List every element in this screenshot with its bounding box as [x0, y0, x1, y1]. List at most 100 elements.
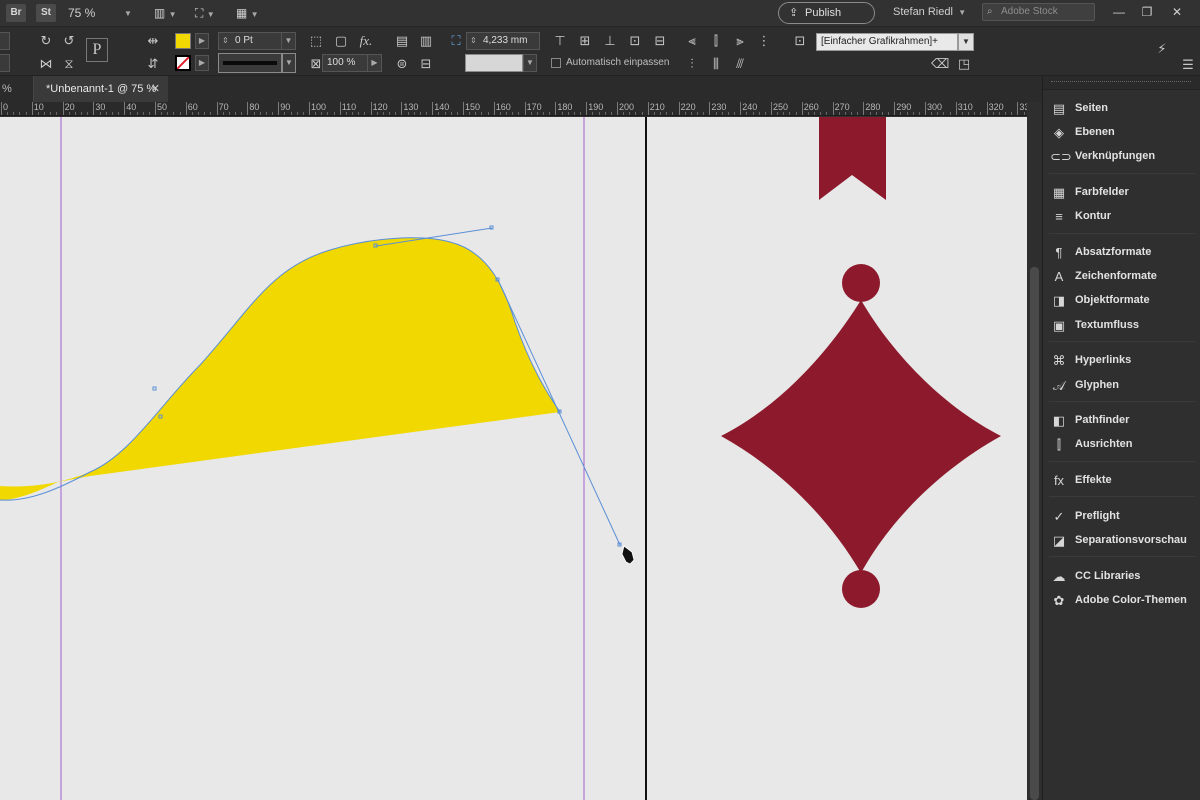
arrange-documents-icon[interactable]: ▦ ▼ — [236, 5, 259, 21]
align-center-icon[interactable]: ⫿ — [708, 33, 724, 49]
gap-icon[interactable]: ⊜ — [394, 56, 410, 72]
panel-layers[interactable]: ◈ Ebenen — [1043, 122, 1200, 144]
control-panel: ↻ ↺ P ⇹ ⋈ ⧖ ⇵ ▶ ▶ ⇕ 0 Pt ▼ ▼ ⬚ ▢ fx. ⊠ 1… — [0, 26, 1200, 76]
panel-links[interactable]: ⊂⊃ Verknüpfungen — [1043, 146, 1200, 168]
horizontal-ruler[interactable]: 0 10 20 30 40 50 60 70 80 90 100 110 120 130 140 150 160… — [0, 102, 1027, 116]
panel-object-styles[interactable]: ◨ Objektformate — [1043, 290, 1200, 312]
object-style-select[interactable]: [Einfacher Grafikrahmen]+ — [816, 33, 958, 51]
panel-pages[interactable]: ▤ Seiten — [1043, 98, 1200, 120]
align-frame-icon[interactable]: ▤ — [394, 33, 410, 49]
stock-app-button[interactable]: St — [36, 4, 56, 22]
distribute-left-icon[interactable]: ⫶ — [684, 56, 700, 72]
effects-icon[interactable]: fx. — [357, 33, 375, 49]
align-top-icon[interactable]: ⊤ — [552, 33, 568, 49]
flip-vertical-icon[interactable]: ⧖ — [61, 56, 77, 72]
close-window-button[interactable]: ✕ — [1166, 3, 1188, 21]
distribute-hcenter-icon[interactable]: ⫼ — [708, 56, 724, 72]
fit-content-icon[interactable]: ▢ — [333, 33, 349, 49]
select-content-icon[interactable]: P — [86, 38, 108, 62]
bottom-circle-shape[interactable] — [842, 570, 880, 608]
document-canvas[interactable] — [0, 117, 1027, 800]
distribute-center-icon[interactable]: ⊟ — [652, 33, 668, 49]
panel-stroke[interactable]: ≡ Kontur — [1043, 206, 1200, 228]
view-options-icon[interactable]: ▥ ▼ — [154, 5, 177, 21]
fill-color-swatch[interactable] — [175, 33, 191, 49]
panel-cc-libraries[interactable]: ☁ CC Libraries — [1043, 566, 1200, 588]
frame-fitting-chevron-icon[interactable]: ▼ — [523, 54, 537, 72]
autofit-checkbox[interactable] — [551, 58, 561, 68]
scrollbar-thumb[interactable] — [1030, 267, 1039, 800]
crimson-ornament[interactable] — [721, 117, 1001, 608]
stroke-color-swatch[interactable] — [175, 55, 191, 71]
align-object-icon[interactable]: ▥ — [418, 33, 434, 49]
stroke-type-selector[interactable] — [218, 53, 282, 73]
panel-label: Adobe Color-Themen — [1075, 593, 1187, 606]
panel-align[interactable]: ⫿ Ausrichten — [1043, 434, 1200, 456]
flip-icon[interactable]: ⋈ — [38, 56, 54, 72]
panel-menu-icon[interactable]: ☰ — [1180, 57, 1196, 73]
panel-separations[interactable]: ◪ Separationsvorschau — [1043, 530, 1200, 552]
panel-dock-grip[interactable] — [1043, 76, 1200, 90]
panel-hyperlinks[interactable]: ⌘ Hyperlinks — [1043, 350, 1200, 372]
fill-menu-chevron-icon[interactable]: ▶ — [195, 33, 209, 49]
panel-preflight[interactable]: ✓ Preflight — [1043, 506, 1200, 528]
align-left-icon[interactable]: ⫷ — [684, 33, 700, 49]
ruler-label: 300 — [927, 102, 943, 112]
document-tab[interactable]: *Unbenannt-1 @ 75 % ✕ — [34, 76, 168, 102]
ribbon-banner-shape[interactable] — [819, 117, 886, 200]
align-right-icon[interactable]: ⫸ — [732, 33, 748, 49]
diamond-shape[interactable] — [721, 300, 1001, 573]
spacing-field[interactable]: ⇕ 4,233 mm — [466, 32, 540, 50]
panel-swatches[interactable]: ▦ Farbfelder — [1043, 182, 1200, 204]
fit-frame-icon[interactable]: ⬚ — [308, 33, 324, 49]
panel-text-wrap[interactable]: ▣ Textumfluss — [1043, 315, 1200, 337]
screen-mode-icon[interactable]: ⛶ ▼ — [195, 5, 215, 21]
quick-apply-lightning-icon[interactable]: ⚡ — [1154, 41, 1170, 57]
yellow-curve-shape[interactable] — [0, 237, 560, 500]
spacing-icon[interactable]: ⛶ — [447, 33, 465, 49]
panel-paragraph-styles[interactable]: ¶ Absatzformate — [1043, 242, 1200, 264]
panel-character-styles[interactable]: A Zeichenformate — [1043, 266, 1200, 288]
reference-point-field[interactable] — [0, 32, 10, 50]
redefine-style-icon[interactable]: ◳ — [956, 56, 972, 72]
no-color-slash-icon — [177, 57, 189, 69]
ruler-minor-tick — [715, 112, 717, 115]
previous-document-tab[interactable]: % — [0, 76, 34, 102]
distribute-right-icon[interactable]: ⫻ — [732, 56, 748, 72]
flip-horizontal-icon[interactable]: ⇹ — [144, 33, 162, 49]
distribute-icon[interactable]: ⊟ — [418, 56, 434, 72]
stroke-weight-field[interactable]: ⇕ 0 Pt ▼ — [218, 32, 296, 50]
align-middle-icon[interactable]: ⊞ — [577, 33, 593, 49]
publish-online-button[interactable]: ⇪ Publish Online — [778, 2, 875, 39]
vertical-scrollbar[interactable] — [1027, 102, 1042, 800]
stroke-menu-chevron-icon[interactable]: ▶ — [195, 55, 209, 71]
panel-pathfinder[interactable]: ◧ Pathfinder — [1043, 410, 1200, 432]
minimize-button[interactable]: — — [1108, 3, 1130, 21]
close-tab-icon[interactable]: ✕ — [151, 76, 160, 102]
frame-fitting-preview[interactable] — [465, 54, 523, 72]
rotate-ccw-icon[interactable]: ↺ — [61, 33, 77, 49]
bridge-app-button[interactable]: Br — [6, 4, 26, 22]
select-next-object-icon[interactable]: ⇵ — [144, 56, 162, 72]
search-placeholder: Adobe Stock — [1001, 6, 1058, 17]
align-bottom-icon[interactable]: ⊥ — [602, 33, 618, 49]
zoom-level[interactable]: 75 % — [68, 6, 95, 20]
clear-overrides-icon[interactable]: ⌫ — [931, 56, 949, 72]
object-style-chevron-icon[interactable]: ▼ — [958, 33, 974, 51]
zoom-chevron-down-icon[interactable]: ▼ — [124, 6, 132, 22]
panel-glyphs[interactable]: 𝒜 Glyphen — [1043, 375, 1200, 397]
stroke-type-chevron-icon[interactable]: ▼ — [282, 53, 296, 73]
restore-button[interactable]: ❐ — [1136, 3, 1158, 21]
adobe-stock-search-input[interactable]: ⌕ Adobe Stock — [982, 3, 1095, 21]
user-account-menu[interactable]: Stefan Riedl ▼ — [893, 6, 966, 18]
top-circle-shape[interactable] — [842, 264, 880, 302]
panel-adobe-color[interactable]: ✿ Adobe Color-Themen — [1043, 590, 1200, 612]
ruler-minor-tick — [961, 112, 963, 115]
panel-effects[interactable]: fx Effekte — [1043, 470, 1200, 492]
opacity-field[interactable]: 100 % ▶ — [322, 54, 382, 72]
distribute-horizontal-icon[interactable]: ⋮ — [756, 33, 772, 49]
rotate-cw-icon[interactable]: ↻ — [38, 33, 54, 49]
distribute-top-icon[interactable]: ⊡ — [627, 33, 643, 49]
object-style-icon[interactable]: ⊡ — [792, 33, 808, 49]
reference-point-field-2[interactable] — [0, 54, 10, 72]
